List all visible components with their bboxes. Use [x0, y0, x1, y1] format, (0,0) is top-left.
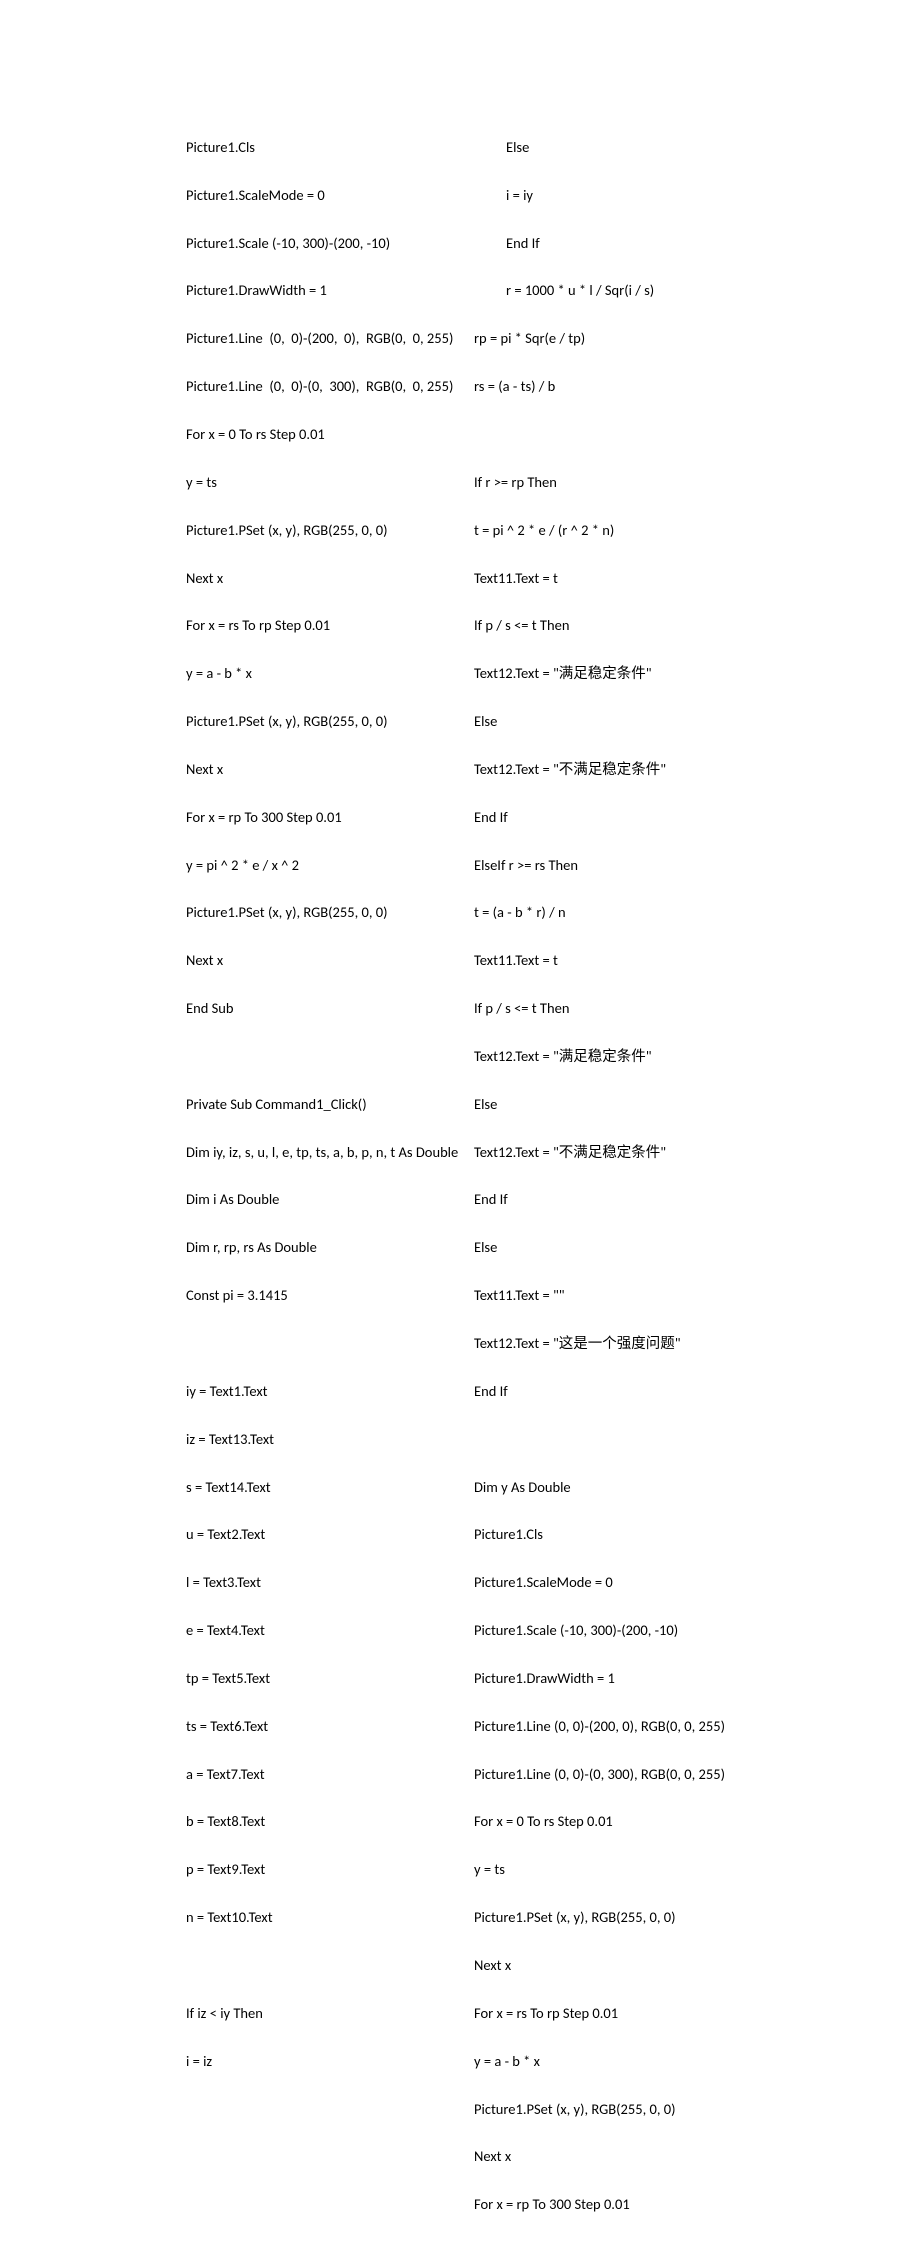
code-line: End If — [474, 232, 774, 256]
code-line: y = a - b * x — [186, 662, 466, 686]
code-line: s = Text14.Text — [186, 1476, 466, 1500]
code-line: a = Text7.Text — [186, 1763, 466, 1787]
code-line: tp = Text5.Text — [186, 1667, 466, 1691]
code-line: Text11.Text = t — [474, 949, 774, 973]
code-line: Picture1.Line (0, 0)-(200, 0), RGB(0, 0,… — [474, 1715, 774, 1739]
code-line: For x = rs To rp Step 0.01 — [186, 614, 466, 638]
left-column: Picture1.Cls Picture1.ScaleMode = 0 Pict… — [186, 112, 466, 2265]
code-line: Const pi = 3.1415 — [186, 1284, 466, 1308]
code-line: Dim i As Double — [186, 1188, 466, 1212]
code-line: Picture1.PSet (x, y), RGB(255, 0, 0) — [186, 710, 466, 734]
code-line: y = ts — [186, 471, 466, 495]
code-line: Picture1.Line (0, 0)-(200, 0), RGB(0, 0,… — [186, 327, 466, 351]
code-line: Picture1.DrawWidth = 1 — [474, 1667, 774, 1691]
code-line: For x = 0 To rs Step 0.01 — [474, 1810, 774, 1834]
blank-line — [474, 423, 774, 447]
code-line: Picture1.ScaleMode = 0 — [474, 1571, 774, 1595]
code-line: Text11.Text = t — [474, 567, 774, 591]
code-line: Picture1.PSet (x, y), RGB(255, 0, 0) — [186, 519, 466, 543]
code-line: End If — [474, 1188, 774, 1212]
code-line: Next x — [186, 949, 466, 973]
document-page: Picture1.Cls Picture1.ScaleMode = 0 Pict… — [0, 0, 920, 2265]
code-line: y = a - b * x — [474, 2050, 774, 2074]
code-line: Private Sub Command1_Click() — [186, 1093, 466, 1117]
code-line: b = Text8.Text — [186, 1810, 466, 1834]
code-line: e = Text4.Text — [186, 1619, 466, 1643]
code-line: Text12.Text = "满足稳定条件" — [474, 1045, 774, 1069]
code-line: If p / s <= t Then — [474, 614, 774, 638]
code-line: t = (a - b * r) / n — [474, 901, 774, 925]
code-line: Next x — [186, 758, 466, 782]
code-line: rs = (a - ts) / b — [474, 375, 774, 399]
code-line: l = Text3.Text — [186, 1571, 466, 1595]
code-line: If p / s <= t Then — [474, 997, 774, 1021]
code-line: Picture1.Cls — [474, 1523, 774, 1547]
code-line: Text11.Text = "" — [474, 1284, 774, 1308]
code-line: Picture1.ScaleMode = 0 — [186, 184, 466, 208]
code-line: Next x — [474, 1954, 774, 1978]
code-line: Picture1.Line (0, 0)-(0, 300), RGB(0, 0,… — [474, 1763, 774, 1787]
code-line: y = ts — [474, 1858, 774, 1882]
code-line: Else — [474, 1093, 774, 1117]
code-line: Dim r, rp, rs As Double — [186, 1236, 466, 1260]
blank-line — [474, 1428, 774, 1452]
code-line: Next x — [186, 567, 466, 591]
code-line: Next x — [474, 2145, 774, 2169]
code-line: ts = Text6.Text — [186, 1715, 466, 1739]
code-line: Picture1.Scale (-10, 300)-(200, -10) — [186, 232, 466, 256]
blank-line — [186, 1332, 466, 1356]
code-line: Picture1.Scale (-10, 300)-(200, -10) — [474, 1619, 774, 1643]
blank-line — [186, 1954, 466, 1978]
code-line: Text12.Text = "这是一个强度问题" — [474, 1332, 774, 1356]
code-line: End If — [474, 1380, 774, 1404]
code-line: Picture1.Cls — [186, 136, 466, 160]
code-line: Text12.Text = "不满足稳定条件" — [474, 758, 774, 782]
code-line: Picture1.PSet (x, y), RGB(255, 0, 0) — [474, 2098, 774, 2122]
code-line: Picture1.DrawWidth = 1 — [186, 279, 466, 303]
code-line: End Sub — [186, 997, 466, 1021]
code-line: rp = pi * Sqr(e / tp) — [474, 327, 774, 351]
code-line: For x = rp To 300 Step 0.01 — [474, 2193, 774, 2217]
code-line: p = Text9.Text — [186, 1858, 466, 1882]
code-line: i = iy — [474, 184, 774, 208]
code-line: Picture1.Line (0, 0)-(0, 300), RGB(0, 0,… — [186, 375, 466, 399]
code-line: ElseIf r >= rs Then — [474, 854, 774, 878]
code-line: Picture1.PSet (x, y), RGB(255, 0, 0) — [186, 901, 466, 925]
code-line: Text12.Text = "不满足稳定条件" — [474, 1141, 774, 1165]
two-column-layout: Picture1.Cls Picture1.ScaleMode = 0 Pict… — [0, 112, 920, 2265]
code-line: Else — [474, 1236, 774, 1260]
code-line: If r >= rp Then — [474, 471, 774, 495]
code-line: Text12.Text = "满足稳定条件" — [474, 662, 774, 686]
right-column: Else i = iy End If r = 1000 * u * l / Sq… — [474, 112, 774, 2265]
code-line: For x = 0 To rs Step 0.01 — [186, 423, 466, 447]
code-line: r = 1000 * u * l / Sqr(i / s) — [474, 279, 774, 303]
code-line: i = iz — [186, 2050, 466, 2074]
code-line: iz = Text13.Text — [186, 1428, 466, 1452]
code-line: Picture1.PSet (x, y), RGB(255, 0, 0) — [474, 1906, 774, 1930]
code-line: End If — [474, 806, 774, 830]
code-line: n = Text10.Text — [186, 1906, 466, 1930]
code-line: Else — [474, 136, 774, 160]
code-line: For x = rs To rp Step 0.01 — [474, 2002, 774, 2026]
code-line: Dim y As Double — [474, 1476, 774, 1500]
code-line: Dim iy, iz, s, u, l, e, tp, ts, a, b, p,… — [186, 1141, 466, 1165]
blank-line — [186, 1045, 466, 1069]
code-line: iy = Text1.Text — [186, 1380, 466, 1404]
code-line: u = Text2.Text — [186, 1523, 466, 1547]
code-line: For x = rp To 300 Step 0.01 — [186, 806, 466, 830]
code-line: Else — [474, 710, 774, 734]
code-line: y = pi ^ 2 * e / x ^ 2 — [186, 854, 466, 878]
code-line: t = pi ^ 2 * e / (r ^ 2 * n) — [474, 519, 774, 543]
code-line: If iz < iy Then — [186, 2002, 466, 2026]
